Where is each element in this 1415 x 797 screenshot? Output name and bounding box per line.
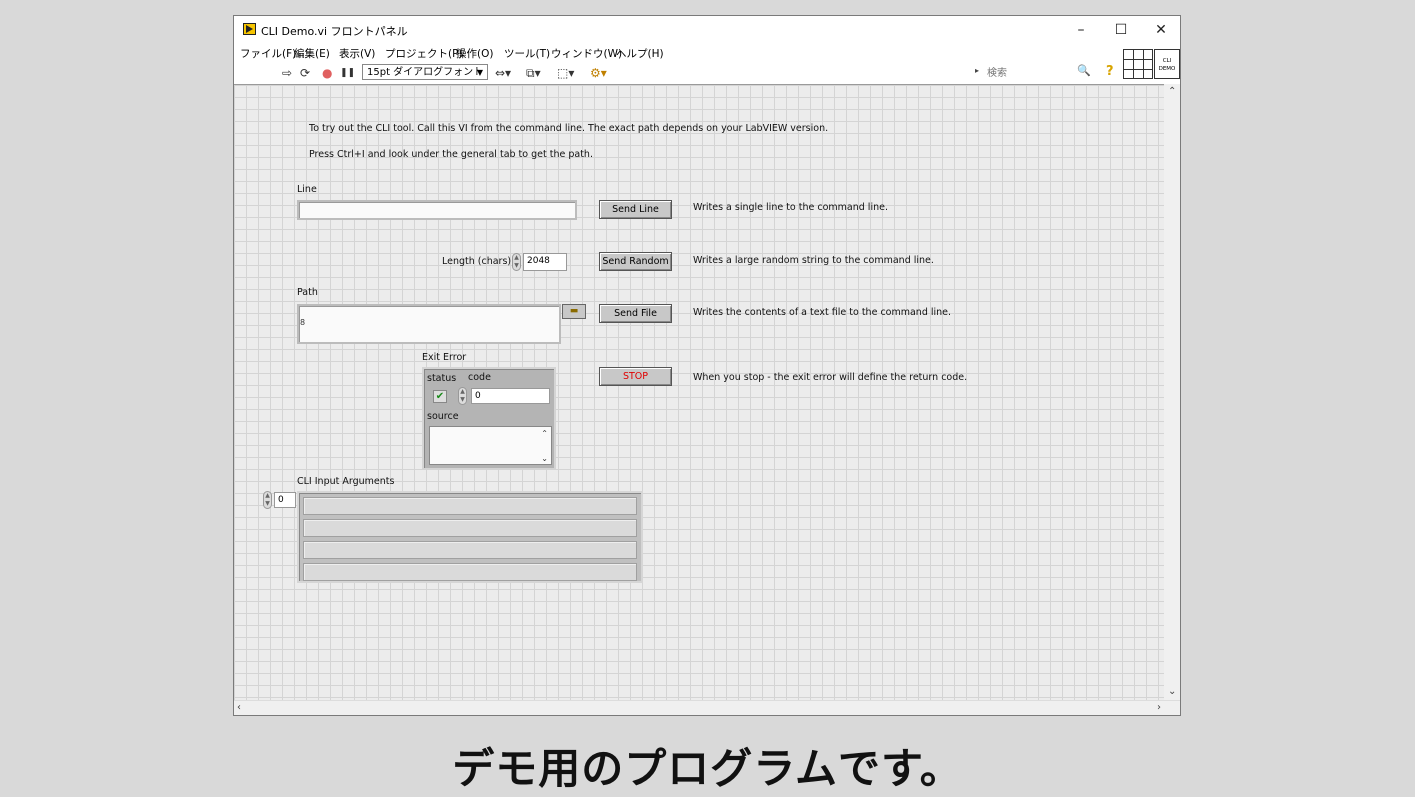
array-index-input[interactable]: 0 bbox=[274, 492, 296, 508]
scroll-up-icon[interactable]: ⌃ bbox=[541, 429, 548, 438]
path-input[interactable]: 8 bbox=[297, 304, 561, 344]
menu-edit[interactable]: 編集(E) bbox=[294, 46, 330, 61]
minimize-button[interactable]: – bbox=[1061, 19, 1101, 41]
code-input[interactable]: 0 bbox=[471, 388, 550, 404]
reorder-icon[interactable]: ⚙▾ bbox=[590, 66, 607, 80]
caption-text: デモ用のプログラムです。 bbox=[452, 744, 963, 793]
exit-error-label: Exit Error bbox=[422, 352, 467, 363]
font-select-value: 15pt ダイアログフォント bbox=[367, 67, 484, 78]
search-input[interactable] bbox=[987, 66, 1077, 80]
send-file-button[interactable]: Send File bbox=[599, 304, 672, 323]
scroll-down-icon[interactable]: ⌄ bbox=[541, 454, 548, 463]
code-label: code bbox=[468, 372, 491, 383]
help-icon[interactable]: ? bbox=[1106, 64, 1114, 79]
vi-icon-text: CLI DEMO bbox=[1158, 58, 1176, 72]
chevron-down-icon: ▼ bbox=[476, 68, 483, 77]
maximize-button[interactable]: ☐ bbox=[1101, 19, 1141, 41]
vi-icon[interactable]: CLI DEMO bbox=[1154, 49, 1180, 79]
exit-error-cluster: status code ✔ ▲ ▼ 0 source ⌃ ⌄ bbox=[422, 367, 556, 470]
stop-button[interactable]: STOP bbox=[599, 367, 672, 386]
length-input[interactable]: 2048 bbox=[523, 253, 567, 271]
align-objects-icon[interactable]: ⇔▾ bbox=[495, 66, 511, 80]
instruction-text-1: To try out the CLI tool. Call this VI fr… bbox=[309, 123, 829, 134]
abort-icon[interactable]: ● bbox=[322, 66, 332, 80]
cli-input-arguments-array bbox=[297, 491, 643, 583]
menu-file[interactable]: ファイル(F) bbox=[240, 46, 296, 61]
toolbar: ⇨ ⟳ ● ❚❚ 15pt ダイアログフォント ▼ ⇔▾ ⧉▾ ⬚▾ ⚙▾ ▸ … bbox=[234, 62, 1180, 84]
array-element[interactable] bbox=[303, 563, 637, 581]
menu-project[interactable]: プロジェクト(P) bbox=[385, 46, 463, 61]
search-icon[interactable]: 🔍 bbox=[1077, 64, 1091, 77]
line-label: Line bbox=[297, 184, 317, 195]
send-line-description: Writes a single line to the command line… bbox=[693, 202, 888, 213]
instruction-text-2: Press Ctrl+I and look under the general … bbox=[309, 149, 593, 160]
search-box: ▸ 🔍 bbox=[975, 64, 1105, 80]
browse-folder-icon[interactable]: ▬ bbox=[562, 304, 586, 319]
code-increment-decrement[interactable]: ▲ ▼ bbox=[458, 387, 467, 405]
send-file-description: Writes the contents of a text file to th… bbox=[693, 307, 952, 318]
menu-operate[interactable]: 操作(O) bbox=[456, 46, 493, 61]
status-check-icon[interactable]: ✔ bbox=[433, 390, 447, 403]
close-button[interactable]: ✕ bbox=[1141, 19, 1180, 41]
title-bar: CLI Demo.vi フロントパネル – ☐ ✕ bbox=[234, 16, 1180, 44]
connector-pane-icon[interactable] bbox=[1123, 49, 1153, 79]
array-index-increment-decrement[interactable]: ▲ ▼ bbox=[263, 491, 272, 509]
font-select[interactable]: 15pt ダイアログフォント ▼ bbox=[362, 64, 488, 80]
distribute-objects-icon[interactable]: ⧉▾ bbox=[526, 66, 541, 80]
run-continuously-icon[interactable]: ⟳ bbox=[300, 66, 310, 80]
path-type-icon: 8 bbox=[300, 318, 306, 327]
run-arrow-icon[interactable]: ⇨ bbox=[282, 66, 292, 80]
labview-app-icon bbox=[243, 23, 256, 35]
window-title: CLI Demo.vi フロントパネル bbox=[261, 25, 408, 38]
menu-help[interactable]: ヘルプ(H) bbox=[616, 46, 664, 61]
horizontal-scrollbar[interactable]: ‹ › bbox=[234, 700, 1180, 715]
status-label: status bbox=[427, 373, 457, 384]
path-label: Path bbox=[297, 287, 318, 298]
search-expand-icon[interactable]: ▸ bbox=[975, 66, 979, 75]
menu-window[interactable]: ウィンドウ(W) bbox=[551, 46, 622, 61]
length-label: Length (chars) bbox=[442, 256, 512, 267]
menu-tools[interactable]: ツール(T) bbox=[504, 46, 550, 61]
cli-input-arguments-label: CLI Input Arguments bbox=[297, 476, 395, 487]
menu-view[interactable]: 表示(V) bbox=[339, 46, 375, 61]
labview-window: CLI Demo.vi フロントパネル – ☐ ✕ ファイル(F) 編集(E) … bbox=[233, 15, 1181, 716]
send-random-button[interactable]: Send Random bbox=[599, 252, 672, 271]
resize-objects-icon[interactable]: ⬚▾ bbox=[557, 66, 574, 80]
menu-bar: ファイル(F) 編集(E) 表示(V) プロジェクト(P) 操作(O) ツール(… bbox=[234, 44, 1114, 62]
send-random-description: Writes a large random string to the comm… bbox=[693, 255, 934, 266]
front-panel: To try out the CLI tool. Call this VI fr… bbox=[234, 84, 1164, 701]
send-line-button[interactable]: Send Line bbox=[599, 200, 672, 219]
line-input[interactable] bbox=[297, 200, 577, 220]
scroll-up-arrow-icon[interactable]: ⌃ bbox=[1168, 86, 1176, 97]
source-textbox[interactable]: ⌃ ⌄ bbox=[429, 426, 552, 465]
scroll-right-arrow-icon[interactable]: › bbox=[1157, 702, 1161, 713]
vertical-scrollbar[interactable]: ⌃ ⌄ bbox=[1164, 84, 1180, 700]
stop-description: When you stop - the exit error will defi… bbox=[693, 372, 968, 383]
source-label: source bbox=[427, 411, 459, 422]
scroll-down-arrow-icon[interactable]: ⌄ bbox=[1168, 686, 1176, 697]
array-element[interactable] bbox=[303, 519, 637, 537]
scroll-left-arrow-icon[interactable]: ‹ bbox=[237, 702, 241, 713]
length-increment-decrement[interactable]: ▲ ▼ bbox=[512, 253, 521, 271]
pause-icon[interactable]: ❚❚ bbox=[340, 66, 355, 80]
array-element[interactable] bbox=[303, 497, 637, 515]
array-element[interactable] bbox=[303, 541, 637, 559]
